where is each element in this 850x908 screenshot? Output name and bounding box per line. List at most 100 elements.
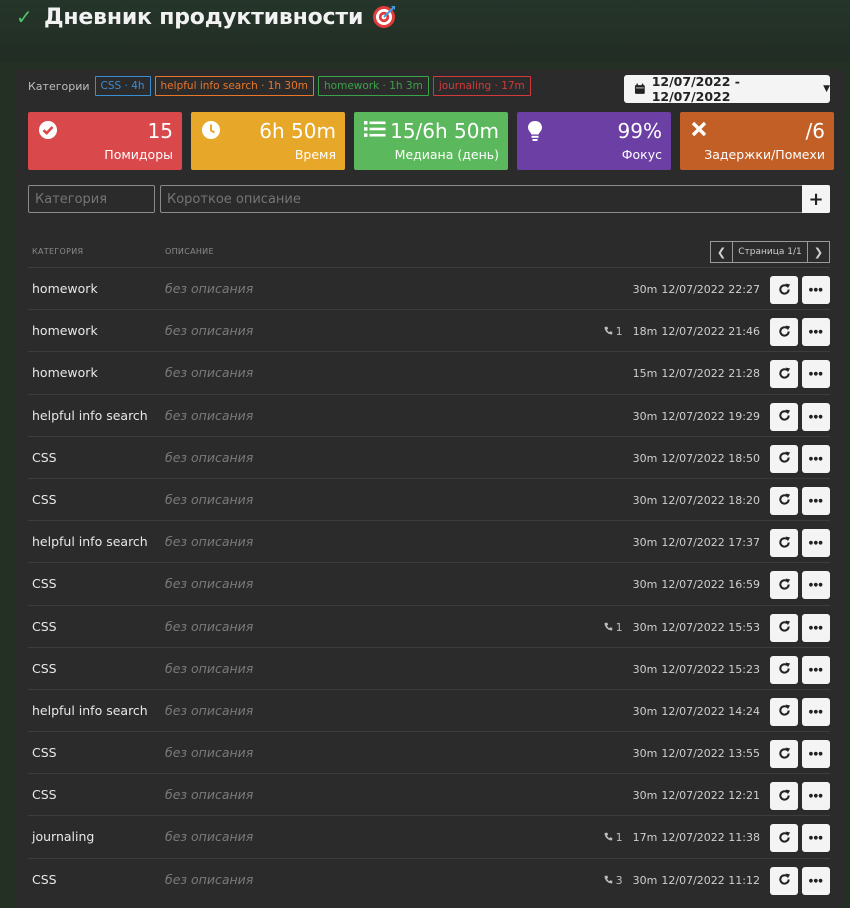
stat-card: /6 Задержки/Помехи <box>680 112 834 170</box>
row-meta: 30m 12/07/2022 22:27 <box>633 283 760 296</box>
row-description: без описания <box>165 534 254 550</box>
restart-button[interactable] <box>770 486 798 515</box>
lightbulb-icon <box>527 120 543 146</box>
restart-button[interactable] <box>770 697 798 726</box>
more-options-button[interactable]: ●●● <box>802 318 830 347</box>
category-input[interactable] <box>28 185 155 213</box>
phone-icon <box>604 874 613 887</box>
row-category: homework <box>32 365 98 381</box>
ellipsis-icon: ●●● <box>808 793 824 800</box>
more-options-button[interactable]: ●●● <box>802 866 830 895</box>
more-options-button[interactable]: ●●● <box>802 444 830 473</box>
row-description: без описания <box>165 787 254 803</box>
row-duration: 30m <box>632 873 658 887</box>
row-description: без описания <box>165 365 254 381</box>
row-meta: 1 30m 12/07/2022 15:53 <box>604 621 760 634</box>
interruptions: 3 <box>604 874 623 887</box>
stat-label: Задержки/Помехи <box>704 147 825 162</box>
table-row: helpful info search без описания 30m 12/0… <box>28 688 830 731</box>
interruptions: 1 <box>604 325 623 338</box>
restart-button[interactable] <box>770 571 798 600</box>
more-options-button[interactable]: ●●● <box>802 782 830 811</box>
row-category: CSS <box>32 449 57 465</box>
row-datetime: 12/07/2022 13:55 <box>661 747 760 761</box>
interruptions-count: 1 <box>615 831 623 845</box>
stat-label: Время <box>294 147 336 162</box>
row-duration: 30m <box>632 789 658 803</box>
restart-button[interactable] <box>770 613 798 642</box>
ellipsis-icon: ●●● <box>808 540 824 547</box>
more-options-button[interactable]: ●●● <box>802 655 830 684</box>
restart-button[interactable] <box>770 360 798 389</box>
more-options-button[interactable]: ●●● <box>802 486 830 515</box>
row-category: CSS <box>32 491 57 507</box>
check-circle-icon <box>38 120 58 144</box>
more-options-button[interactable]: ●●● <box>802 613 830 642</box>
more-options-button[interactable]: ●●● <box>802 276 830 304</box>
table-row: CSS без описания 30m 12/07/2022 18:20 ●●● <box>28 477 830 520</box>
ellipsis-icon: ●●● <box>808 582 824 589</box>
more-options-button[interactable]: ●●● <box>802 402 830 431</box>
restart-icon <box>778 323 791 342</box>
row-category: CSS <box>32 871 57 887</box>
category-tag[interactable]: helpful info search · 1h 30m <box>154 76 315 96</box>
category-tag[interactable]: journaling · 17m <box>432 76 531 96</box>
restart-button[interactable] <box>770 782 798 811</box>
interruptions: 1 <box>604 831 623 844</box>
restart-button[interactable] <box>770 276 798 304</box>
chevron-down-icon: ▼ <box>823 84 830 94</box>
column-header-category: КАТЕГОРИЯ <box>32 247 84 256</box>
close-icon <box>690 120 708 142</box>
table-row: homework без описания 15m 12/07/2022 21:2… <box>28 351 830 393</box>
restart-button[interactable] <box>770 529 798 558</box>
category-tag[interactable]: CSS · 4h <box>94 76 151 96</box>
more-options-button[interactable]: ●●● <box>802 360 830 389</box>
row-category: CSS <box>32 745 57 761</box>
row-category: helpful info search <box>32 534 148 550</box>
phone-icon <box>604 831 613 844</box>
more-options-button[interactable]: ●●● <box>802 571 830 600</box>
more-options-button[interactable]: ●●● <box>802 740 830 769</box>
more-options-button[interactable]: ●●● <box>802 697 830 726</box>
table-row: CSS без описания 30m 12/07/2022 13:55 ●●● <box>28 731 830 773</box>
date-range-button[interactable]: 12/07/2022 - 12/07/2022 ▼ <box>624 74 830 104</box>
row-duration: 30m <box>632 578 658 592</box>
table-row: CSS без описания 3 30m 12/07/2022 11:12 ●●… <box>28 857 830 900</box>
restart-button[interactable] <box>770 402 798 431</box>
category-tag[interactable]: homework · 1h 3m <box>318 76 429 96</box>
row-category: helpful info search <box>32 702 148 718</box>
row-meta: 3 30m 12/07/2022 11:12 <box>604 874 760 887</box>
prev-page-button[interactable]: ❮ <box>710 241 733 263</box>
restart-button[interactable] <box>770 740 798 769</box>
more-options-button[interactable]: ●●● <box>802 529 830 558</box>
ellipsis-icon: ●●● <box>808 413 824 420</box>
more-options-button[interactable]: ●●● <box>802 824 830 853</box>
row-datetime: 12/07/2022 19:29 <box>661 409 760 423</box>
ellipsis-icon: ●●● <box>808 666 824 673</box>
stat-value: 15/6h 50m <box>390 119 499 143</box>
categories-label: Категории <box>28 79 90 93</box>
interruptions: 1 <box>604 621 623 634</box>
ellipsis-icon: ●●● <box>808 329 824 336</box>
add-button[interactable]: + <box>802 185 830 213</box>
restart-button[interactable] <box>770 824 798 853</box>
ellipsis-icon: ●●● <box>808 708 824 715</box>
description-input[interactable] <box>160 185 802 213</box>
restart-button[interactable] <box>770 866 798 895</box>
table-row: CSS без описания 30m 12/07/2022 16:59 ●●● <box>28 562 830 604</box>
table-row: CSS без описания 1 30m 12/07/2022 15:53 ●●… <box>28 604 830 647</box>
row-datetime: 12/07/2022 12:21 <box>661 789 760 803</box>
table-header: КАТЕГОРИЯ ОПИСАНИЕ ❮ Страница 1/1 ❯ <box>28 241 830 268</box>
title-row: ✓ Дневник продуктивности <box>16 4 397 30</box>
row-description: без описания <box>165 829 254 845</box>
next-page-button[interactable]: ❯ <box>807 241 830 263</box>
row-datetime: 12/07/2022 11:12 <box>661 873 760 887</box>
row-category: CSS <box>32 576 57 592</box>
entries-table: homework без описания 30m 12/07/2022 22:2… <box>28 267 830 900</box>
restart-button[interactable] <box>770 655 798 684</box>
stat-card: 15/6h 50m Медиана (день) <box>354 112 508 170</box>
restart-icon <box>778 660 791 679</box>
restart-button[interactable] <box>770 318 798 347</box>
restart-button[interactable] <box>770 444 798 473</box>
stat-value: 99% <box>617 119 662 143</box>
